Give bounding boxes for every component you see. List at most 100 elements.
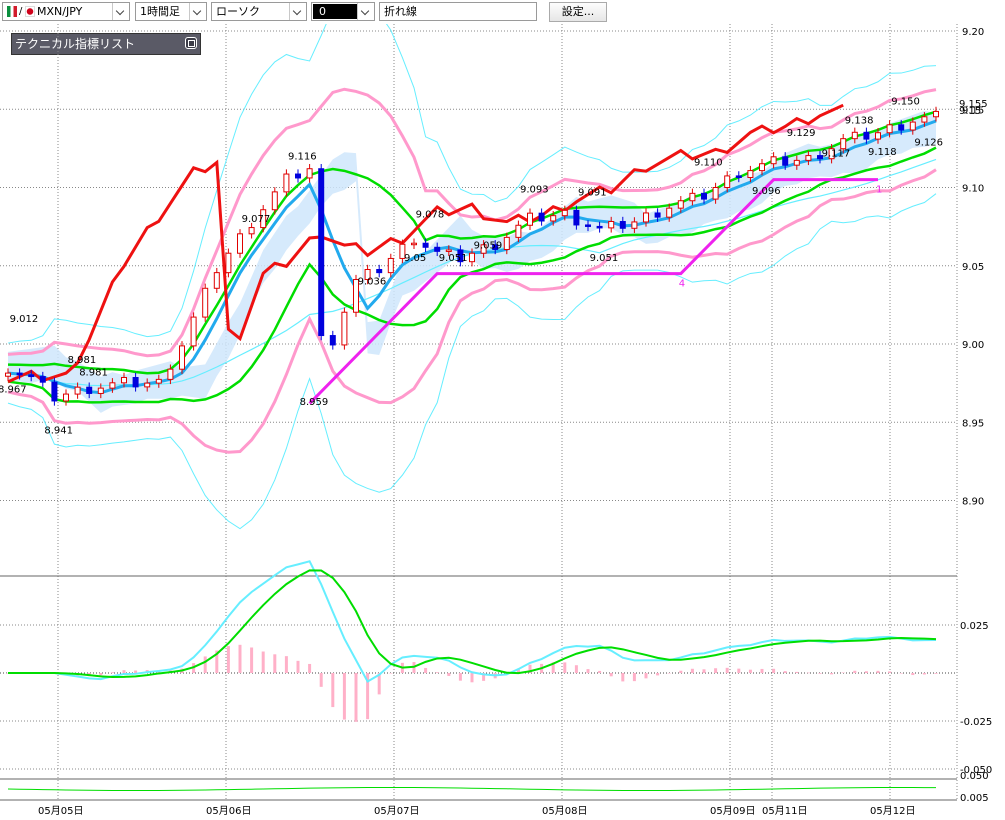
price-label: 9.110 xyxy=(694,158,723,169)
chart-style-label: ローソク xyxy=(216,5,260,18)
macd-histogram-bar xyxy=(772,668,776,673)
candle xyxy=(202,283,209,322)
candle-body xyxy=(933,110,939,118)
candle xyxy=(527,208,533,230)
chart-style-select[interactable]: ローソク xyxy=(211,2,307,21)
timeframe-select[interactable]: 1時間足 xyxy=(135,2,207,21)
candle-body xyxy=(434,246,441,252)
indicator-value: 0 xyxy=(313,4,358,19)
y-tick-label: 9.20 xyxy=(962,27,984,38)
price-label: 9.012 xyxy=(10,314,39,325)
candle-body xyxy=(677,200,684,209)
macd-histogram-bar xyxy=(899,673,903,674)
chevron-down-icon[interactable] xyxy=(357,3,374,20)
price-label: 9.036 xyxy=(358,277,387,288)
candle xyxy=(63,389,69,406)
toolbar: / MXN/JPY 1時間足 ローソク 0 折れ線 設定... xyxy=(0,0,1005,24)
macd-histogram-bar xyxy=(586,669,590,673)
candle-body xyxy=(132,376,139,388)
candle-body xyxy=(631,221,638,229)
chevron-down-icon[interactable] xyxy=(289,3,306,20)
candle-body xyxy=(793,159,800,166)
candle-body xyxy=(63,393,69,402)
line-type-field[interactable]: 折れ線 xyxy=(379,2,537,21)
x-tick-label: 05月08日 xyxy=(542,805,587,817)
candle xyxy=(51,377,58,406)
macd-histogram-bar xyxy=(632,673,636,682)
y-tick-label: 9.05 xyxy=(962,262,984,273)
candle-body xyxy=(213,272,220,289)
candle-body xyxy=(341,311,348,346)
macd-histogram-bar xyxy=(644,673,648,679)
candle xyxy=(283,169,290,197)
candle xyxy=(295,169,301,183)
zigzag-label: 4 xyxy=(679,279,685,290)
candle-body xyxy=(643,212,649,223)
x-tick-label: 05月06日 xyxy=(206,805,251,817)
currency-pair-select[interactable]: / MXN/JPY xyxy=(2,2,130,21)
candle xyxy=(329,330,336,350)
candle-body xyxy=(608,221,615,229)
candle-body xyxy=(39,376,46,383)
candle-body xyxy=(387,257,394,274)
macd-histogram-bar xyxy=(110,672,114,673)
price-label: 9.150 xyxy=(891,97,920,108)
candle-body xyxy=(561,209,568,217)
price-label: 9.078 xyxy=(416,209,445,220)
candle-body xyxy=(503,236,510,250)
indicator-select[interactable]: 0 xyxy=(311,2,375,21)
candle-body xyxy=(886,124,893,134)
candle xyxy=(341,307,348,350)
macd-histogram-bar xyxy=(760,668,764,673)
candle-body xyxy=(109,382,116,389)
candle-body xyxy=(74,386,81,395)
settings-button[interactable]: 設定... xyxy=(549,2,607,22)
candle-body xyxy=(701,192,707,200)
candle-body xyxy=(921,116,928,123)
price-label: 8.981 xyxy=(79,367,108,378)
candle-body xyxy=(851,131,858,140)
macd-histogram-bar xyxy=(748,669,752,673)
candle-body xyxy=(248,227,255,235)
candle-body xyxy=(527,212,533,226)
macd-histogram-bar xyxy=(783,671,787,673)
macd-histogram-bar xyxy=(609,673,613,677)
bollinger-lower xyxy=(7,168,937,454)
price-label: 9.077 xyxy=(242,214,271,225)
x-tick-label: 05月11日 xyxy=(762,805,807,817)
price-chart[interactable]: 9.20 9.15 9.10 9.05 9.00 8.95 8.90 05月05日 05月06日… xyxy=(0,24,1005,820)
candle xyxy=(306,164,313,183)
candle-body xyxy=(759,163,765,172)
chevron-down-icon[interactable] xyxy=(189,3,206,20)
candle xyxy=(387,253,394,278)
macd-tick-label: 0.025 xyxy=(960,621,989,632)
candle xyxy=(237,229,243,258)
candle-body xyxy=(875,132,881,140)
candle-body xyxy=(271,191,278,211)
macd-histogram-bar xyxy=(563,662,567,673)
macd-histogram-bar xyxy=(435,672,439,673)
candle-body xyxy=(596,225,603,229)
macd-histogram-bar xyxy=(389,673,393,674)
candle xyxy=(318,164,325,341)
right-price-label: 9.15 xyxy=(959,106,981,117)
candle-body xyxy=(155,378,162,384)
price-label: 9.051 xyxy=(590,253,619,264)
macd-histogram-bar xyxy=(354,673,358,722)
macd-histogram-bar xyxy=(818,673,822,674)
candle-body xyxy=(469,252,475,263)
candle-body xyxy=(724,175,731,189)
candle-body xyxy=(306,168,313,179)
macd-histogram-bar xyxy=(714,668,718,673)
macd-histogram-bar xyxy=(806,672,810,674)
lower-indicator-line xyxy=(7,786,937,792)
line-type-label: 折れ線 xyxy=(384,5,417,18)
candle-body xyxy=(16,372,23,376)
candle-body xyxy=(190,316,197,347)
price-label: 9.059 xyxy=(474,241,503,252)
chevron-down-icon[interactable] xyxy=(112,3,129,20)
macd-histogram-bar xyxy=(702,669,706,673)
macd-histogram-bar xyxy=(319,673,323,687)
x-tick-label: 05月12日 xyxy=(870,805,915,817)
macd-histogram-bar xyxy=(911,673,915,676)
